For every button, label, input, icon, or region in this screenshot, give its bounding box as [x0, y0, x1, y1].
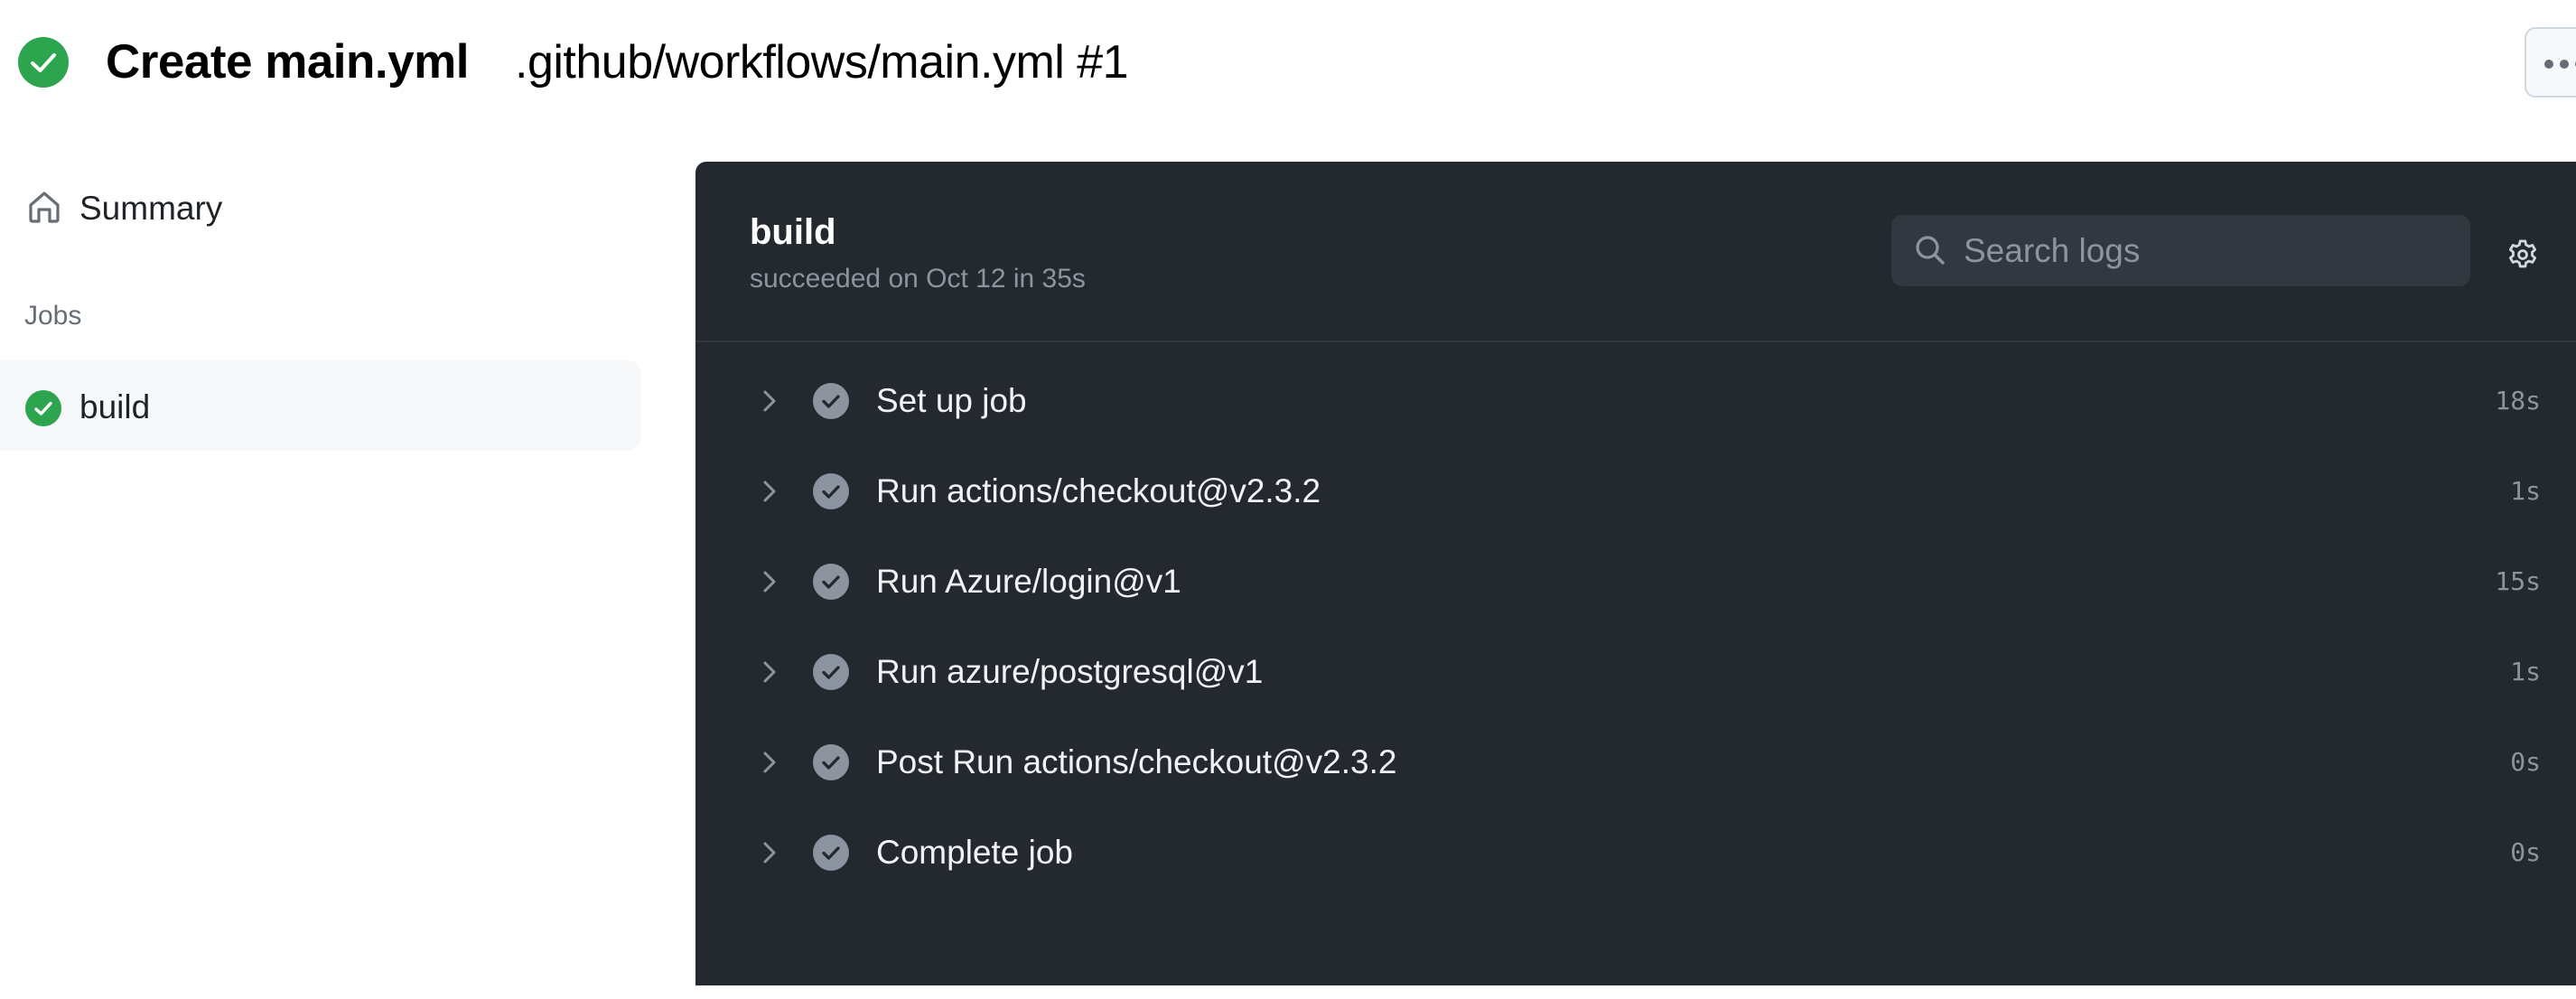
step-success-check-icon — [813, 835, 849, 871]
success-check-icon — [18, 37, 69, 88]
step-duration: 18s — [2495, 386, 2541, 415]
step-success-check-icon — [813, 744, 849, 780]
kebab-horizontal-icon — [2544, 60, 2553, 69]
step-row[interactable]: Run actions/checkout@v2.3.2 1s — [695, 446, 2576, 537]
search-logs-field[interactable] — [1891, 215, 2470, 286]
step-name: Post Run actions/checkout@v2.3.2 — [876, 743, 1397, 780]
chevron-right-icon[interactable] — [759, 750, 780, 775]
step-name: Set up job — [876, 382, 1027, 419]
job-status-text: succeeded on Oct 12 in 35s — [750, 264, 1086, 294]
step-row[interactable]: Complete job 0s — [695, 808, 2576, 898]
sidebar-item-summary[interactable]: Summary — [0, 177, 640, 240]
step-success-check-icon — [813, 564, 849, 600]
step-name: Complete job — [876, 834, 1074, 871]
step-name: Run actions/checkout@v2.3.2 — [876, 472, 1321, 509]
step-success-check-icon — [813, 654, 849, 690]
workflow-path: .github/workflows/main.yml #1 — [515, 36, 1129, 89]
step-row[interactable]: Run Azure/login@v1 15s — [695, 537, 2576, 627]
step-duration: 1s — [2510, 476, 2541, 506]
gear-icon[interactable] — [2506, 238, 2540, 272]
chevron-right-icon[interactable] — [759, 840, 780, 865]
search-icon — [1916, 236, 1945, 265]
run-title: Create main.yml — [106, 35, 469, 89]
chevron-right-icon[interactable] — [759, 659, 780, 685]
step-duration: 0s — [2510, 837, 2541, 867]
panel-divider — [695, 341, 2576, 342]
step-row[interactable]: Run azure/postgresql@v1 1s — [695, 627, 2576, 717]
step-success-check-icon — [813, 473, 849, 509]
chevron-right-icon[interactable] — [759, 479, 780, 504]
sidebar-item-job-build[interactable]: build — [0, 360, 640, 451]
job-title: build — [750, 212, 836, 252]
success-check-icon — [25, 390, 61, 426]
job-log-panel: build succeeded on Oct 12 in 35s Set up … — [695, 162, 2576, 985]
sidebar-item-label: build — [79, 388, 151, 425]
step-duration: 1s — [2510, 657, 2541, 686]
step-success-check-icon — [813, 383, 849, 419]
chevron-right-icon[interactable] — [759, 569, 780, 594]
step-name: Run azure/postgresql@v1 — [876, 653, 1264, 690]
step-duration: 0s — [2510, 747, 2541, 777]
step-row[interactable]: Set up job 18s — [695, 356, 2576, 446]
step-duration: 15s — [2495, 566, 2541, 596]
home-icon — [29, 191, 60, 223]
jobs-heading: Jobs — [24, 301, 82, 331]
sidebar-item-label: Summary — [79, 190, 223, 227]
more-options-button[interactable] — [2525, 27, 2576, 98]
step-row[interactable]: Post Run actions/checkout@v2.3.2 0s — [695, 717, 2576, 808]
chevron-right-icon[interactable] — [759, 388, 780, 414]
step-name: Run Azure/login@v1 — [876, 563, 1181, 600]
search-logs-input[interactable] — [1964, 215, 2451, 286]
kebab-dot — [2560, 60, 2569, 69]
